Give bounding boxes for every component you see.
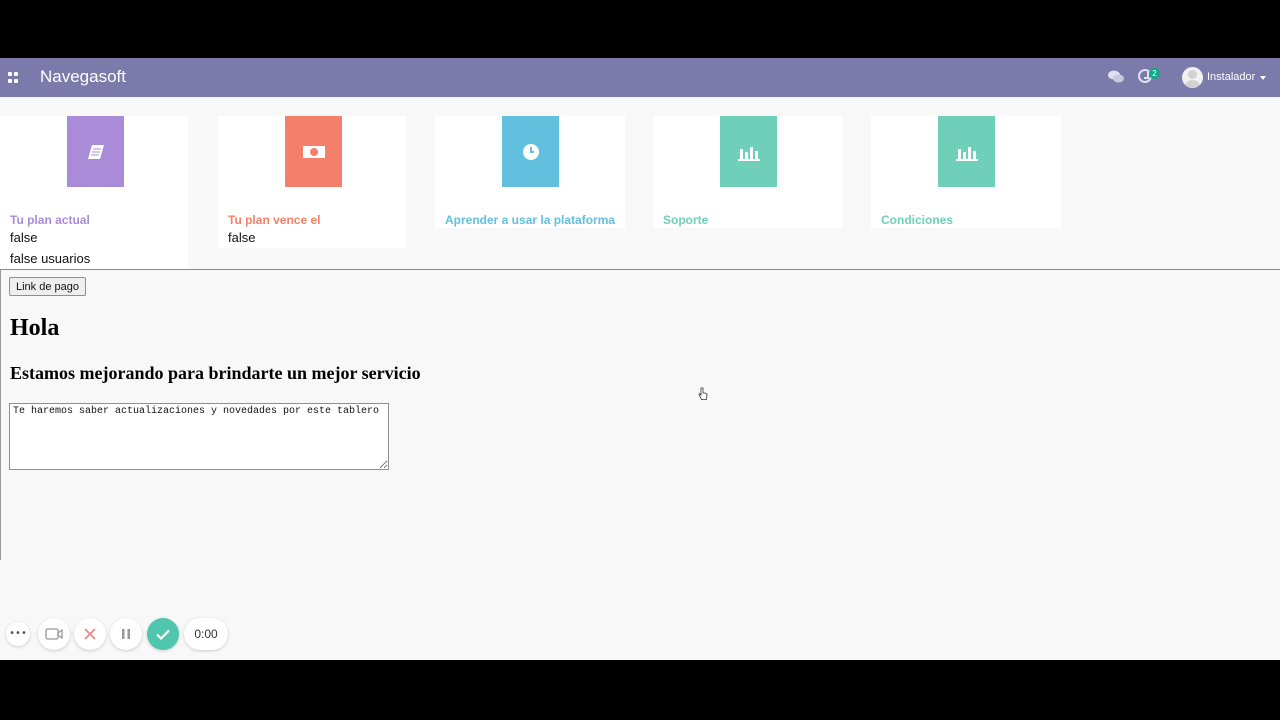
more-icon: ••• <box>9 628 27 639</box>
book-icon <box>87 144 104 159</box>
card-value: false <box>228 230 256 245</box>
card-title[interactable]: Tu plan vence el <box>228 213 320 227</box>
card-title[interactable]: Tu plan actual <box>10 213 90 227</box>
browser-viewport: Navegasoft 2 Instalador Tu plan actual f… <box>0 58 1280 660</box>
card-value: false usuarios <box>10 251 91 266</box>
recorder-timer: 0:00 <box>184 618 228 650</box>
recorder-camera-button[interactable] <box>38 618 70 650</box>
support-tile[interactable] <box>720 116 777 187</box>
plan-expiry-tile[interactable] <box>285 116 342 187</box>
cancel-icon <box>84 628 96 640</box>
card-conditions: Condiciones <box>871 116 1061 228</box>
camera-icon <box>45 628 63 640</box>
payment-link-button[interactable]: Link de pago <box>9 277 86 296</box>
pause-icon <box>122 629 130 639</box>
clock-icon <box>522 143 539 160</box>
card-learn-platform: Aprender a usar la plataforma <box>435 116 625 228</box>
activity-count-badge: 2 <box>1149 68 1160 79</box>
card-support: Soporte <box>653 116 843 228</box>
notice-subheading: Estamos mejorando para brindarte un mejo… <box>10 363 421 383</box>
card-value: false <box>10 230 38 245</box>
conditions-tile[interactable] <box>938 116 995 187</box>
top-navbar: Navegasoft 2 Instalador <box>0 58 1280 97</box>
greeting-heading: Hola <box>10 315 60 341</box>
money-icon <box>302 145 325 158</box>
user-menu-name[interactable]: Instalador <box>1207 71 1255 83</box>
chat-icon[interactable] <box>1108 70 1124 84</box>
recorder-more-button[interactable]: ••• <box>6 622 30 646</box>
recorder-pause-button[interactable] <box>110 618 142 650</box>
done-icon <box>156 629 170 640</box>
bar-chart-icon <box>737 146 760 161</box>
card-title[interactable]: Condiciones <box>881 213 953 227</box>
current-plan-tile[interactable] <box>67 116 124 187</box>
bar-chart-icon <box>955 146 978 161</box>
card-current-plan: Tu plan actual false false usuarios <box>0 116 188 269</box>
hand-cursor-icon <box>698 387 708 400</box>
embedded-content-frame: Link de pago Hola Estamos mejorando para… <box>0 270 1280 560</box>
user-avatar[interactable] <box>1182 67 1203 88</box>
card-plan-expiry: Tu plan vence el false <box>218 116 406 248</box>
recorder-done-button[interactable] <box>147 618 179 650</box>
card-title[interactable]: Aprender a usar la plataforma <box>445 213 615 227</box>
updates-textarea[interactable] <box>9 403 389 470</box>
learn-platform-tile[interactable] <box>502 116 559 187</box>
apps-menu-icon[interactable] <box>8 72 19 83</box>
recorder-cancel-button[interactable] <box>74 618 106 650</box>
brand-title[interactable]: Navegasoft <box>40 67 126 87</box>
user-menu-caret-icon[interactable] <box>1260 76 1266 80</box>
card-title[interactable]: Soporte <box>663 213 708 227</box>
